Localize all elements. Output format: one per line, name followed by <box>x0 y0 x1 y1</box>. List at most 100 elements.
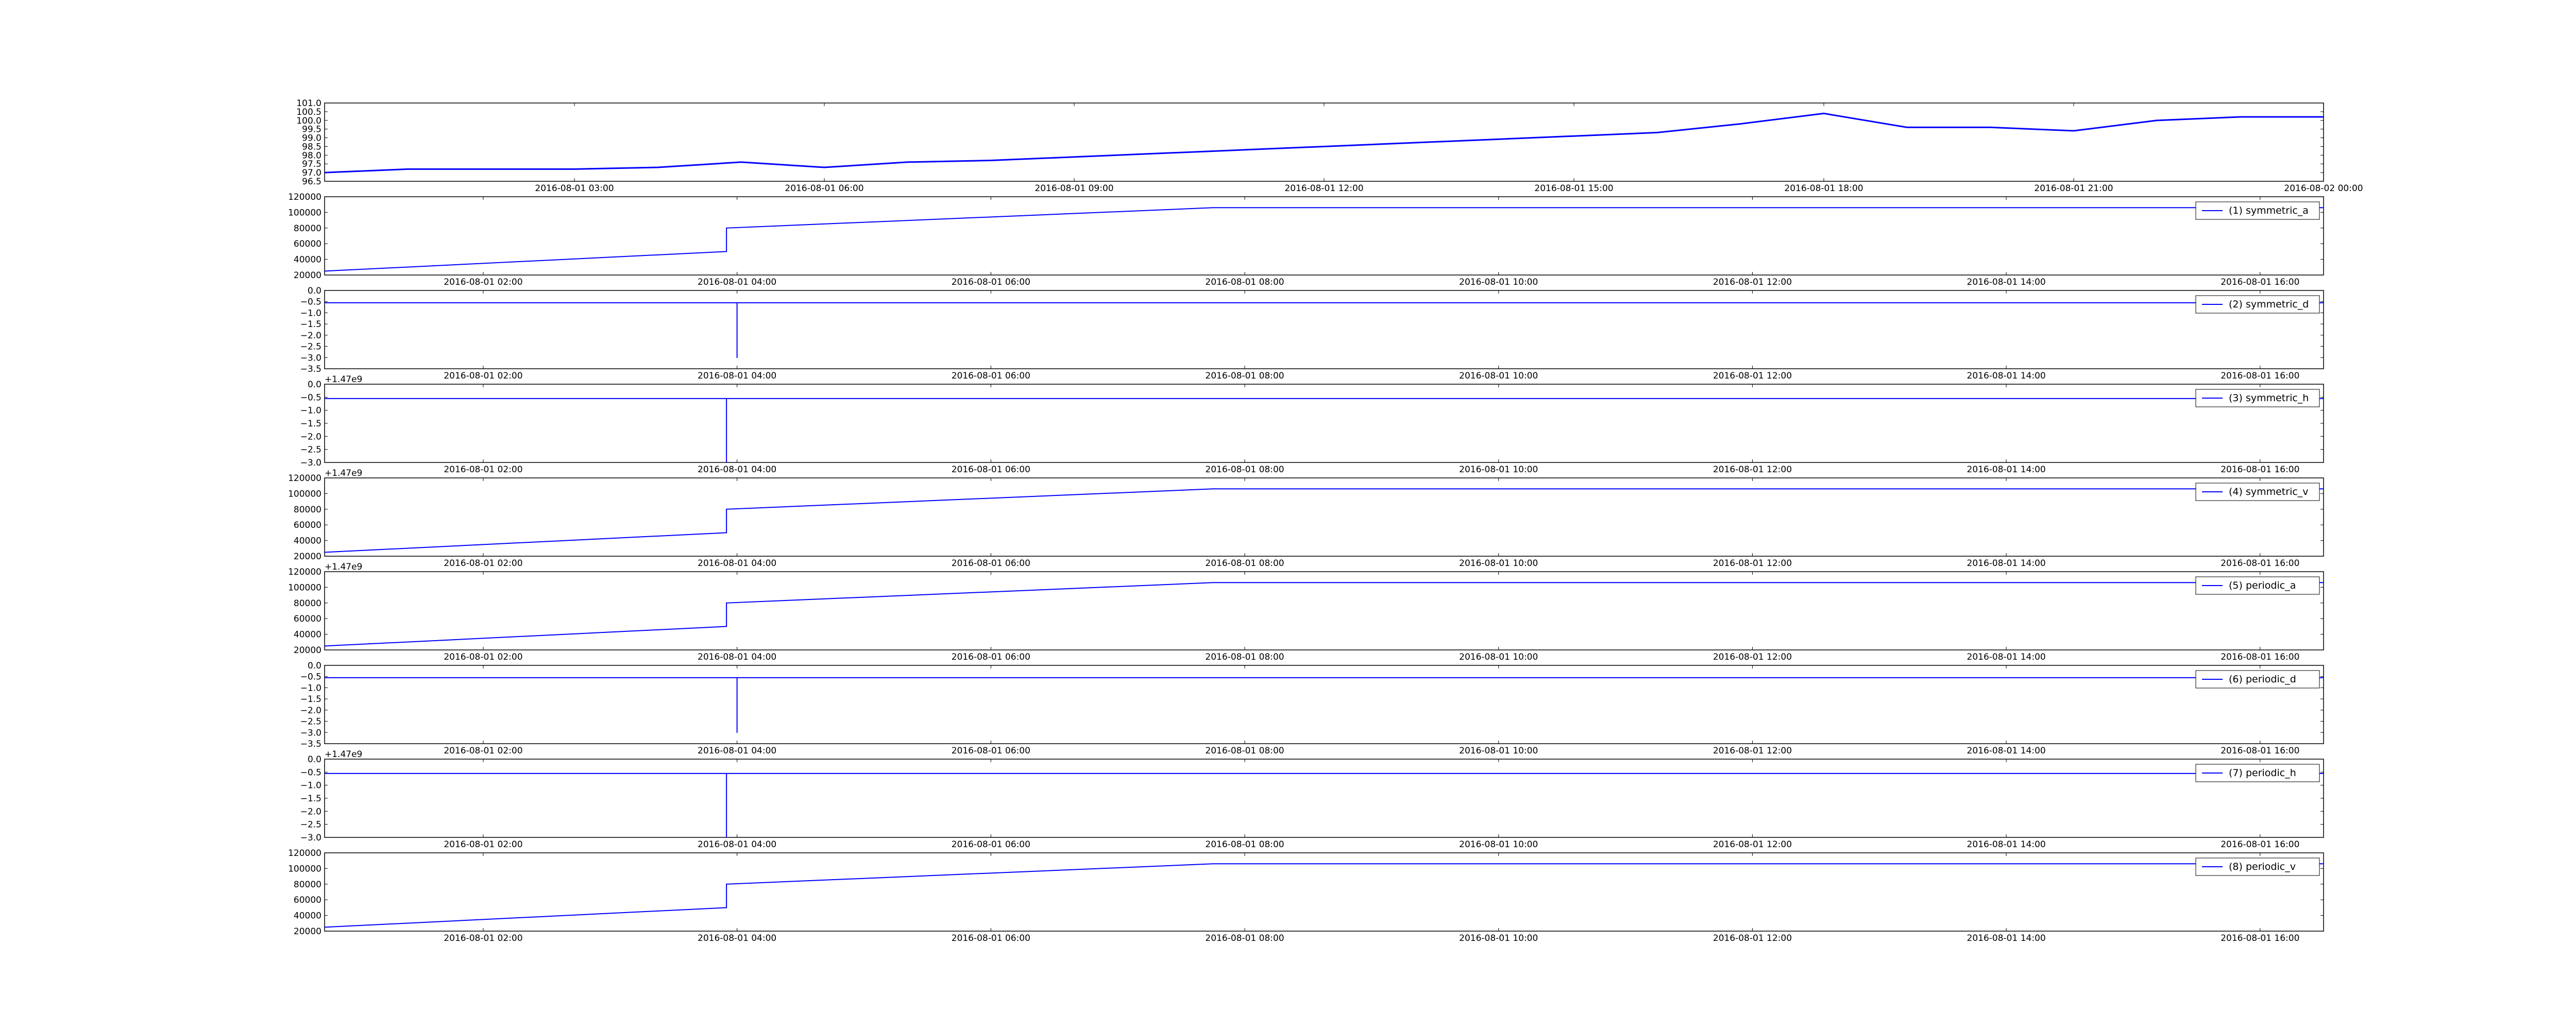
x-tick-label: 2016-08-01 06:00 <box>952 558 1030 569</box>
x-tick-label: 2016-08-01 16:00 <box>2221 558 2299 569</box>
data-point <box>1212 582 1214 583</box>
y-tick-label: 40000 <box>294 911 321 921</box>
x-tick-label: 2016-08-01 10:00 <box>1459 277 1538 287</box>
y-tick-label: 120000 <box>288 192 321 202</box>
x-tick-label: 2016-08-01 10:00 <box>1459 652 1538 662</box>
y-tick-label: −2.5 <box>300 820 321 830</box>
x-tick-label: 2016-08-01 02:00 <box>444 652 522 662</box>
y-tick-label: −1.5 <box>300 319 321 330</box>
offset-label: +1.47e9 <box>325 562 362 572</box>
x-tick-label: 2016-08-01 10:00 <box>1459 746 1538 756</box>
data-point <box>726 772 727 774</box>
data-point <box>726 532 727 534</box>
x-tick-label: 2016-08-01 12:00 <box>1713 465 1792 475</box>
data-point <box>1212 398 1214 399</box>
x-tick-label: 2016-08-01 14:00 <box>1967 839 2046 850</box>
x-tick-label: 2016-08-01 12:00 <box>1713 652 1792 662</box>
x-tick-label: 2016-08-01 14:00 <box>1967 933 2046 943</box>
y-tick-label: −1.5 <box>300 419 321 429</box>
legend: (2) symmetric_d <box>2195 295 2320 314</box>
legend-label: (2) symmetric_d <box>2229 299 2309 310</box>
x-tick-label: 2016-08-01 12:00 <box>1713 839 1792 850</box>
data-point <box>1212 863 1214 865</box>
y-tick-label: −0.5 <box>300 392 321 403</box>
data-point <box>490 168 492 170</box>
x-tick-label: 2016-08-01 06:00 <box>952 933 1030 943</box>
x-tick-label: 2016-08-01 08:00 <box>1205 652 1284 662</box>
y-tick-label: −2.0 <box>300 432 321 442</box>
data-point <box>1212 302 1214 303</box>
y-tick-label: −3.5 <box>300 739 321 749</box>
y-tick-label: 60000 <box>294 895 321 905</box>
y-tick-label: −1.0 <box>300 406 321 416</box>
x-tick-label: 2016-08-01 16:00 <box>2221 839 2299 850</box>
x-tick-label: 2016-08-01 06:00 <box>785 183 863 194</box>
x-tick-label: 2016-08-01 08:00 <box>1205 746 1284 756</box>
x-tick-label: 2016-08-01 06:00 <box>952 371 1030 381</box>
legend-label: (3) symmetric_h <box>2229 392 2309 404</box>
legend-label: (1) symmetric_a <box>2229 205 2309 216</box>
data-point <box>824 166 825 168</box>
y-tick-label: −2.5 <box>300 717 321 727</box>
y-tick-label: 40000 <box>294 630 321 640</box>
x-tick-label: 2016-08-01 16:00 <box>2221 371 2299 381</box>
legend: (5) periodic_a <box>2195 576 2320 595</box>
y-tick-label: 40000 <box>294 536 321 546</box>
y-tick-label: 120000 <box>288 848 321 859</box>
data-point <box>1212 772 1214 774</box>
x-tick-label: 2016-08-01 08:00 <box>1205 465 1284 475</box>
legend: (6) periodic_d <box>2195 670 2320 689</box>
data-point <box>726 508 727 510</box>
x-tick-label: 2016-08-01 10:00 <box>1459 933 1538 943</box>
y-tick-label: −0.5 <box>300 297 321 307</box>
figure-canvas: 96.597.097.598.098.599.099.5100.0100.510… <box>0 0 2576 1030</box>
data-point <box>726 398 727 399</box>
x-tick-label: 2016-08-01 02:00 <box>444 839 522 850</box>
x-tick-label: 2016-08-01 08:00 <box>1205 371 1284 381</box>
y-tick-label: −3.5 <box>300 364 321 374</box>
data-point <box>2156 119 2158 121</box>
y-tick-label: 40000 <box>294 255 321 265</box>
data-point <box>1656 132 1658 133</box>
x-tick-label: 2016-08-01 21:00 <box>2034 183 2113 194</box>
x-tick-label: 2016-08-01 02:00 <box>444 746 522 756</box>
data-point <box>1990 127 1991 128</box>
x-tick-label: 2016-08-01 02:00 <box>444 277 522 287</box>
data-point <box>1823 113 1824 114</box>
data-point <box>990 160 992 161</box>
x-tick-label: 2016-08-01 12:00 <box>1713 933 1792 943</box>
legend: (4) symmetric_v <box>2195 483 2320 501</box>
y-tick-label: 0.0 <box>308 661 321 671</box>
x-tick-label: 2016-08-01 14:00 <box>1967 746 2046 756</box>
x-tick-label: 2016-08-02 00:00 <box>2284 183 2363 194</box>
x-tick-label: 2016-08-01 04:00 <box>698 465 776 475</box>
x-tick-label: 2016-08-01 06:00 <box>952 277 1030 287</box>
x-tick-label: 2016-08-01 08:00 <box>1205 277 1284 287</box>
y-tick-label: 101.0 <box>296 98 321 109</box>
data-point <box>657 166 658 168</box>
data-point <box>726 626 727 627</box>
data-point <box>736 677 738 678</box>
x-tick-label: 2016-08-01 04:00 <box>698 277 776 287</box>
y-tick-label: 120000 <box>288 567 321 577</box>
x-tick-label: 2016-08-01 08:00 <box>1205 933 1284 943</box>
x-tick-label: 2016-08-01 14:00 <box>1967 371 2046 381</box>
data-point <box>2073 130 2074 132</box>
y-tick-label: −0.5 <box>300 767 321 778</box>
y-tick-label: −2.0 <box>300 706 321 716</box>
x-tick-label: 2016-08-01 16:00 <box>2221 465 2299 475</box>
x-tick-label: 2016-08-01 14:00 <box>1967 277 2046 287</box>
x-tick-label: 2016-08-01 09:00 <box>1035 183 1113 194</box>
data-point <box>736 302 738 303</box>
x-tick-label: 2016-08-01 14:00 <box>1967 465 2046 475</box>
x-tick-label: 2016-08-01 08:00 <box>1205 558 1284 569</box>
y-tick-label: 0.0 <box>308 380 321 390</box>
x-tick-label: 2016-08-01 18:00 <box>1784 183 1863 194</box>
data-point <box>726 602 727 604</box>
y-tick-label: −3.0 <box>300 833 321 843</box>
y-tick-label: −3.0 <box>300 728 321 738</box>
y-tick-label: 100000 <box>288 864 321 874</box>
x-tick-label: 2016-08-01 16:00 <box>2221 277 2299 287</box>
y-tick-label: −2.0 <box>300 331 321 341</box>
legend-label: (4) symmetric_v <box>2229 486 2309 497</box>
